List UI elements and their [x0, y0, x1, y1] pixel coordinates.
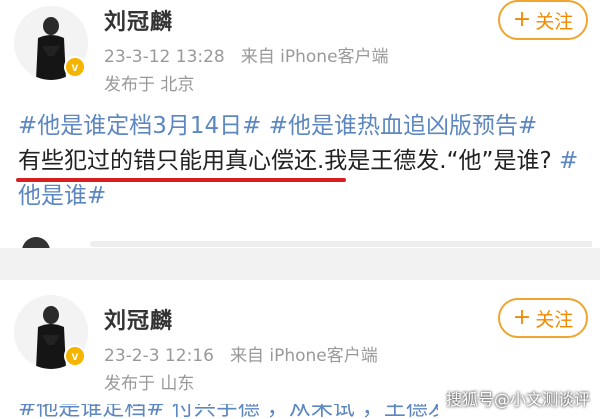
- post-date: 23-2-3 12:16: [104, 346, 214, 366]
- verified-badge-icon: v: [64, 345, 86, 367]
- post-location: 发布于 山东: [104, 374, 195, 394]
- post-body-partial: #他是谁定档# 付兴宇德 ，从未试 ，王德发 #电视: [18, 404, 438, 419]
- hashtag-link[interactable]: #他是谁定档3月14日#: [18, 113, 261, 139]
- post-separator: [0, 248, 600, 280]
- post-location: 发布于 北京: [104, 75, 195, 95]
- body-text: #他是谁定档# 付兴宇德 ，从未试 ，王德发 #电视: [18, 404, 438, 419]
- post-date: 23-3-12 13:28: [104, 47, 225, 67]
- underlined-text: 有些犯过的错只能用真心偿还: [18, 148, 317, 174]
- post-actions-partial: [18, 233, 592, 248]
- weibo-post-1: v 刘冠麟 23-3-12 13:28 来自 iPhone客户端 发布于 北京 +…: [0, 0, 600, 248]
- post-source: 来自 iPhone客户端: [240, 47, 389, 67]
- plus-icon: +: [512, 7, 532, 32]
- follow-button[interactable]: + 关注: [498, 0, 588, 40]
- hashtag-link[interactable]: #他是谁热血追凶版预告#: [269, 113, 538, 139]
- author-name[interactable]: 刘冠麟: [104, 303, 173, 335]
- red-underline-annotation: [16, 178, 346, 182]
- watermark: 搜狐号@小文测谈评: [446, 390, 591, 409]
- plus-icon: +: [512, 305, 532, 330]
- author-name[interactable]: 刘冠麟: [104, 4, 173, 36]
- small-avatar-icon: [22, 237, 50, 248]
- verified-badge-icon: v: [64, 56, 86, 78]
- post-body: #他是谁定档3月14日# #他是谁热血追凶版预告# 有些犯过的错只能用真心偿还.…: [18, 109, 592, 214]
- author-avatar[interactable]: v: [14, 6, 88, 80]
- post-meta: 23-2-3 12:16 来自 iPhone客户端: [104, 341, 378, 366]
- follow-label: 关注: [535, 10, 574, 33]
- follow-button[interactable]: + 关注: [498, 298, 588, 338]
- body-text: .我是王德发.“他”是谁?: [317, 148, 552, 174]
- post-meta: 23-3-12 13:28 来自 iPhone客户端: [104, 42, 389, 67]
- author-avatar[interactable]: v: [14, 295, 88, 369]
- post-source: 来自 iPhone客户端: [229, 346, 378, 366]
- follow-label: 关注: [535, 308, 574, 331]
- divider: [90, 241, 592, 247]
